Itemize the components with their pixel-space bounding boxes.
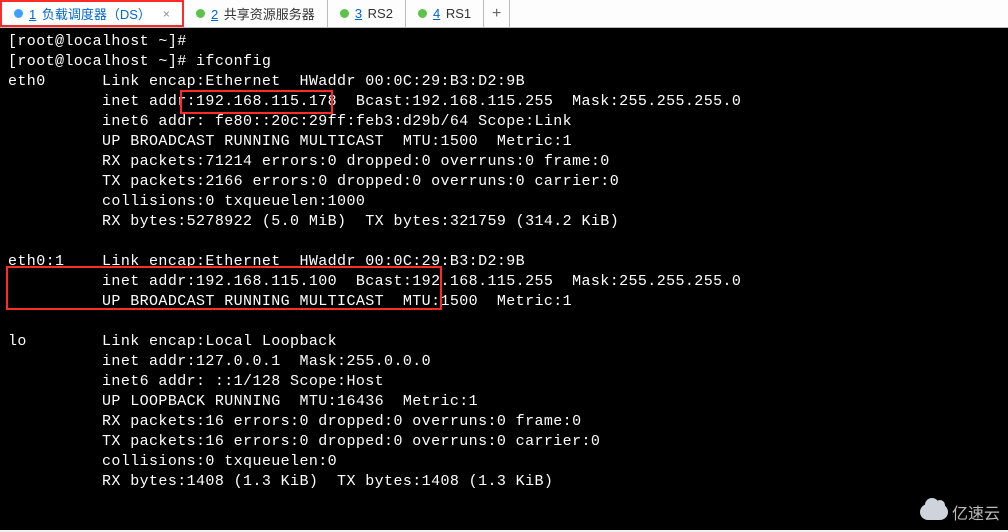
- tab-shared-server[interactable]: 2 共享资源服务器: [184, 0, 328, 27]
- tab-num: 3: [355, 6, 362, 21]
- watermark-text: 亿速云: [952, 500, 1000, 524]
- tab-rs2[interactable]: 3 RS2: [328, 0, 406, 27]
- tab-num: 2: [211, 7, 218, 22]
- status-dot-icon: [340, 9, 349, 18]
- tab-num: 4: [433, 6, 440, 21]
- tab-label: 负载调度器（DS）: [42, 7, 151, 22]
- tab-ds[interactable]: 1 负载调度器（DS） ×: [0, 0, 184, 27]
- close-icon[interactable]: ×: [163, 7, 170, 21]
- tab-label: RS2: [368, 6, 393, 21]
- cloud-icon: [920, 504, 948, 520]
- status-dot-icon: [14, 9, 23, 18]
- plus-icon: +: [492, 5, 501, 23]
- tab-label: 共享资源服务器: [224, 7, 315, 22]
- tab-bar: 1 负载调度器（DS） × 2 共享资源服务器 3 RS2 4 RS1 +: [0, 0, 1008, 28]
- tab-rs1[interactable]: 4 RS1: [406, 0, 484, 27]
- tab-label: RS1: [446, 6, 471, 21]
- terminal-text: [root@localhost ~]# [root@localhost ~]# …: [8, 33, 741, 490]
- status-dot-icon: [196, 9, 205, 18]
- terminal-output[interactable]: [root@localhost ~]# [root@localhost ~]# …: [0, 28, 1008, 530]
- watermark: 亿速云: [920, 500, 1000, 524]
- new-tab-button[interactable]: +: [484, 0, 510, 27]
- tab-num: 1: [29, 7, 36, 22]
- status-dot-icon: [418, 9, 427, 18]
